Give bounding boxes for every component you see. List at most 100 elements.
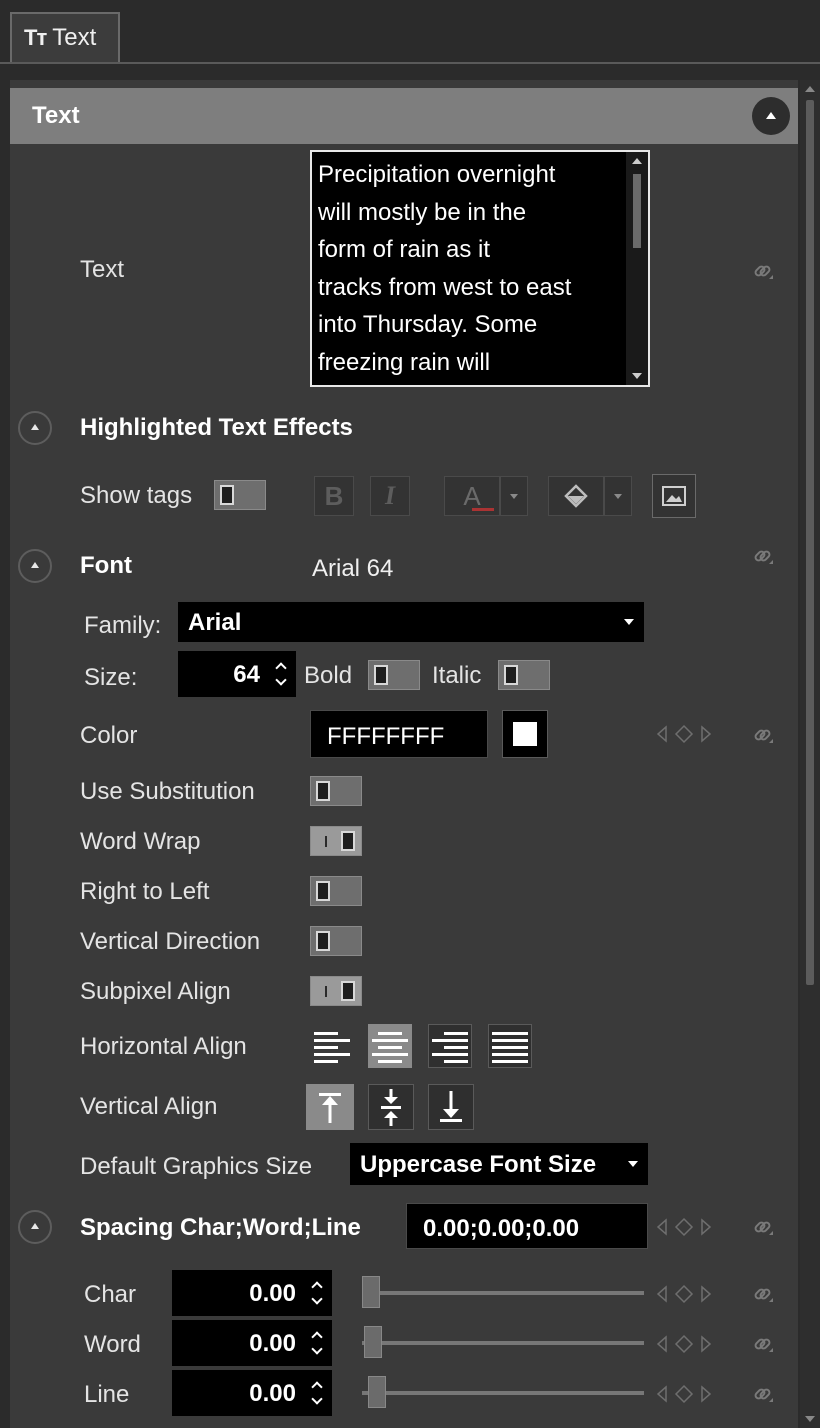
- line-spacing-slider[interactable]: [362, 1391, 644, 1395]
- italic-button[interactable]: I: [370, 476, 410, 516]
- spinner-icon[interactable]: [312, 1280, 324, 1306]
- collapse-section-button[interactable]: [752, 97, 790, 135]
- align-right-button[interactable]: [428, 1024, 472, 1068]
- italic-toggle[interactable]: [498, 660, 550, 690]
- align-justify-button[interactable]: [488, 1024, 532, 1068]
- spacing-value: 0.00;0.00;0.00: [423, 1215, 580, 1242]
- default-graphics-select[interactable]: Uppercase Font Size: [350, 1143, 648, 1185]
- previous-keyframe-icon[interactable]: [656, 1285, 668, 1303]
- vertical-direction-toggle[interactable]: [310, 926, 362, 956]
- spinner-icon[interactable]: [312, 1380, 324, 1406]
- fill-color-dropdown[interactable]: [604, 476, 632, 516]
- scroll-down-arrow-icon[interactable]: [632, 373, 642, 379]
- word-spacing-value: 0.00: [249, 1330, 296, 1357]
- color-swatch: [513, 722, 537, 746]
- bold-toggle[interactable]: [368, 660, 420, 690]
- link-icon[interactable]: [752, 260, 774, 282]
- link-icon[interactable]: [752, 1283, 774, 1305]
- scroll-thumb[interactable]: [806, 100, 814, 985]
- chevron-down-icon: [628, 1161, 638, 1167]
- collapse-spacing-button[interactable]: [18, 1210, 52, 1244]
- next-keyframe-icon[interactable]: [700, 1335, 712, 1353]
- collapse-font-button[interactable]: [18, 549, 52, 583]
- text-input-scrollbar[interactable]: [626, 152, 648, 385]
- word-spacing-slider[interactable]: [362, 1341, 644, 1345]
- font-color-dropdown[interactable]: [500, 476, 528, 516]
- chevron-down-icon: [614, 493, 622, 499]
- align-center-icon: [372, 1032, 408, 1063]
- line-spacing-value: 0.00: [249, 1380, 296, 1407]
- subpixel-align-toggle[interactable]: [310, 976, 362, 1006]
- font-family-select[interactable]: Arial: [178, 602, 644, 642]
- keyframe-controls: [656, 724, 712, 744]
- vertical-align-label: Vertical Align: [80, 1093, 218, 1120]
- font-size-stepper[interactable]: 64: [178, 651, 296, 697]
- scroll-up-arrow-icon[interactable]: [632, 158, 642, 164]
- align-justify-icon: [492, 1032, 528, 1063]
- panel-scrollbar[interactable]: [800, 80, 820, 1428]
- word-wrap-label: Word Wrap: [80, 828, 201, 855]
- add-keyframe-icon[interactable]: [674, 1284, 694, 1304]
- tab-text[interactable]: Tт Text: [10, 12, 120, 62]
- char-slider-thumb[interactable]: [362, 1276, 380, 1308]
- color-value: FFFFFFFF: [327, 723, 445, 750]
- link-icon[interactable]: [752, 724, 774, 746]
- link-icon[interactable]: [752, 1216, 774, 1238]
- align-left-button[interactable]: [310, 1024, 354, 1068]
- text-label: Text: [80, 256, 125, 283]
- align-center-button[interactable]: [368, 1024, 412, 1068]
- scroll-down-arrow-icon[interactable]: [805, 1416, 815, 1422]
- show-tags-toggle[interactable]: [214, 480, 266, 510]
- word-wrap-toggle[interactable]: [310, 826, 362, 856]
- add-keyframe-icon[interactable]: [674, 1334, 694, 1354]
- add-keyframe-icon[interactable]: [674, 1217, 694, 1237]
- collapse-highlighted-button[interactable]: [18, 411, 52, 445]
- line-slider-thumb[interactable]: [368, 1376, 386, 1408]
- link-icon[interactable]: [752, 1383, 774, 1405]
- family-label: Family:: [84, 612, 162, 639]
- previous-keyframe-icon[interactable]: [656, 725, 668, 743]
- right-to-left-toggle[interactable]: [310, 876, 362, 906]
- word-slider-thumb[interactable]: [364, 1326, 382, 1358]
- color-swatch-button[interactable]: [502, 710, 548, 758]
- char-spacing-slider[interactable]: [362, 1291, 644, 1295]
- next-keyframe-icon[interactable]: [700, 1285, 712, 1303]
- line-spacing-stepper[interactable]: 0.00: [172, 1370, 332, 1416]
- scroll-thumb[interactable]: [633, 174, 641, 248]
- char-spacing-stepper[interactable]: 0.00: [172, 1270, 332, 1316]
- align-middle-icon: [381, 1089, 401, 1126]
- section-header-text[interactable]: Text: [10, 88, 798, 144]
- fill-color-button[interactable]: [548, 476, 604, 516]
- word-spacing-stepper[interactable]: 0.00: [172, 1320, 332, 1366]
- link-icon[interactable]: [752, 1333, 774, 1355]
- align-bottom-icon: [440, 1091, 462, 1122]
- previous-keyframe-icon[interactable]: [656, 1218, 668, 1236]
- default-graphics-value: Uppercase Font Size: [360, 1151, 597, 1178]
- char-spacing-value: 0.00: [249, 1280, 296, 1307]
- vertical-direction-label: Vertical Direction: [80, 928, 261, 955]
- bold-button[interactable]: B: [314, 476, 354, 516]
- spacing-value-field[interactable]: 0.00;0.00;0.00: [406, 1203, 648, 1249]
- link-icon[interactable]: [752, 545, 774, 567]
- next-keyframe-icon[interactable]: [700, 1385, 712, 1403]
- show-tags-label: Show tags: [80, 482, 193, 509]
- use-substitution-toggle[interactable]: [310, 776, 362, 806]
- caret-up-icon: [31, 562, 39, 568]
- previous-keyframe-icon[interactable]: [656, 1385, 668, 1403]
- scroll-up-arrow-icon[interactable]: [805, 86, 815, 92]
- image-icon: [662, 486, 686, 506]
- add-keyframe-icon[interactable]: [674, 724, 694, 744]
- insert-image-button[interactable]: [652, 474, 696, 518]
- valign-top-button[interactable]: [306, 1084, 354, 1130]
- color-value-field[interactable]: FFFFFFFF: [310, 710, 488, 758]
- add-keyframe-icon[interactable]: [674, 1384, 694, 1404]
- valign-middle-button[interactable]: [368, 1084, 414, 1130]
- valign-bottom-button[interactable]: [428, 1084, 474, 1130]
- next-keyframe-icon[interactable]: [700, 1218, 712, 1236]
- text-input[interactable]: Precipitation overnight will mostly be i…: [310, 150, 650, 387]
- spinner-icon[interactable]: [312, 1330, 324, 1356]
- spinner-icon[interactable]: [276, 661, 288, 687]
- next-keyframe-icon[interactable]: [700, 725, 712, 743]
- previous-keyframe-icon[interactable]: [656, 1335, 668, 1353]
- tab-label: Text: [52, 24, 97, 51]
